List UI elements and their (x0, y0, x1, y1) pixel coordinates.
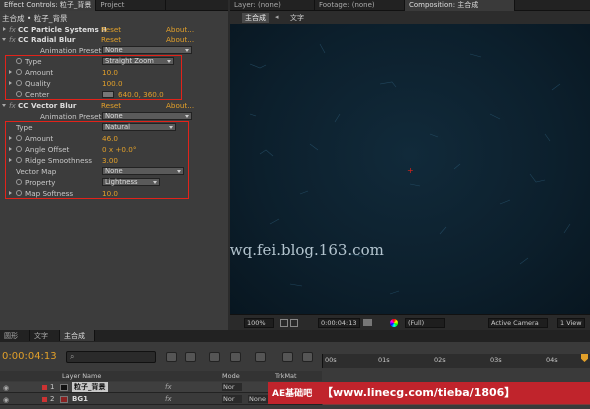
frame-blending-icon[interactable] (230, 352, 241, 362)
presets-label: Animation Presets: (40, 45, 108, 55)
watermark-banner: AE基础吧 【www.linecg.com/tieba/1806】 (268, 382, 590, 404)
snapshot-icon[interactable] (363, 319, 372, 326)
solid-layer-icon (60, 396, 68, 403)
mode-dropdown[interactable]: Nor (222, 383, 242, 391)
effect-row-particle[interactable]: fx CC Particle Systems II Reset About... (0, 24, 228, 35)
resolution-dropdown[interactable]: (Full) (405, 318, 445, 328)
presets-row: Animation Presets: None (0, 45, 228, 56)
viewer-toolbar: 100% 0:00:04:13 (Full) Active Camera 1 V… (230, 314, 590, 330)
solid-layer-icon (60, 384, 68, 391)
effect-name: CC Particle Systems II (18, 24, 107, 34)
layer-name[interactable]: 粒子_背景 (72, 382, 108, 392)
right-tab-bar: Layer: (none) Footage: (none) Compositio… (230, 0, 590, 11)
hide-shy-icon[interactable] (209, 352, 220, 362)
safe-zones-icon[interactable] (280, 319, 288, 327)
time-ruler[interactable]: 00s 01s 02s 03s 04s (322, 354, 590, 368)
zoom-dropdown[interactable]: 100% (244, 318, 274, 328)
camera-dropdown[interactable]: Active Camera (488, 318, 548, 328)
visibility-eye-icon[interactable]: ◉ (3, 384, 9, 392)
layer-name[interactable]: BG1 (72, 395, 88, 403)
anchor-crosshair-icon[interactable]: + (407, 167, 414, 175)
ruler-label: 02s (434, 356, 446, 364)
visibility-eye-icon[interactable]: ◉ (3, 396, 9, 404)
tab-project[interactable]: Project (96, 0, 167, 11)
motion-blur-icon[interactable] (255, 352, 266, 362)
banner-logo: AE基础吧 (272, 389, 313, 399)
header-trkmat: TrkMat (275, 372, 297, 380)
highlight-box (5, 121, 189, 199)
reset-link[interactable]: Reset (101, 25, 121, 34)
search-icon: ⌕ (70, 352, 75, 361)
reset-link[interactable]: Reset (101, 101, 121, 110)
about-link[interactable]: About... (166, 35, 194, 44)
ruler-label: 01s (378, 356, 390, 364)
layer-number: 1 (50, 383, 55, 391)
collapse-arrow-icon[interactable] (2, 104, 6, 107)
fx-icon: fx (9, 100, 16, 110)
presets-label: Animation Presets: (40, 111, 108, 121)
tab-layer[interactable]: Layer: (none) (230, 0, 315, 11)
timeline-timecode[interactable]: 0:00:04:13 (2, 351, 57, 362)
about-link[interactable]: About... (166, 101, 194, 110)
timeline-tab-circle[interactable]: 圆形 (0, 330, 30, 341)
watermark: 吴飞 wq.fei.blog.163.com (230, 241, 384, 259)
layer-number: 2 (50, 395, 55, 403)
label-color-icon[interactable] (42, 397, 47, 402)
reset-link[interactable]: Reset (101, 35, 121, 44)
banner-text: 【www.linecg.com/tieba/1806】 (321, 386, 516, 399)
comp-tabs: 主合成 ◂ 文字 (230, 11, 590, 24)
mode-dropdown[interactable]: Nor (222, 395, 242, 403)
composition-panel: Layer: (none) Footage: (none) Compositio… (230, 0, 590, 330)
collapse-arrow-icon[interactable] (2, 38, 6, 41)
fx-switch-icon[interactable]: fx (165, 395, 172, 403)
trkmat-dropdown[interactable]: None (248, 395, 268, 403)
header-mode: Mode (222, 372, 240, 380)
label-color-icon[interactable] (42, 385, 47, 390)
tab-effect-controls[interactable]: Effect Controls: 粒子_背景 (0, 0, 97, 11)
effect-row-vector[interactable]: fx CC Vector Blur Reset About... (0, 100, 228, 111)
timeline-panel: 圆形 文字 主合成 0:00:04:13 ⌕ 00s 01s 02s 03s 0… (0, 330, 590, 409)
grid-icon[interactable] (290, 319, 298, 327)
timeline-tab-text[interactable]: 文字 (30, 330, 60, 341)
timeline-search-input[interactable]: ⌕ (66, 351, 156, 363)
fx-icon: fx (9, 34, 16, 44)
breadcrumb: 主合成 • 粒子_背景 (2, 14, 68, 23)
timeline-tab-main[interactable]: 主合成 (60, 330, 95, 341)
effect-controls-panel: Effect Controls: 粒子_背景 Project 主合成 • 粒子_… (0, 0, 228, 330)
fx-icon: fx (9, 24, 16, 34)
comp-tab-text[interactable]: 文字 (290, 13, 304, 23)
left-tab-bar: Effect Controls: 粒子_背景 Project (0, 0, 228, 11)
current-time[interactable]: 0:00:04:13 (318, 318, 360, 328)
ruler-label: 00s (325, 356, 337, 364)
draft-3d-icon[interactable] (185, 352, 196, 362)
effect-name: CC Vector Blur (18, 100, 77, 110)
about-link[interactable]: About... (166, 25, 194, 34)
composition-viewer[interactable]: + 吴飞 wq.fei.blog.163.com (230, 24, 590, 314)
timeline-tabs: 圆形 文字 主合成 (0, 330, 590, 342)
comp-tab-main[interactable]: 主合成 (242, 13, 269, 23)
presets-dropdown[interactable]: None (102, 46, 192, 54)
effect-row-radial[interactable]: fx CC Radial Blur Reset About... (0, 34, 228, 45)
highlight-box (5, 55, 182, 100)
ruler-label: 03s (490, 356, 502, 364)
presets-row: Animation Presets: None (0, 111, 228, 122)
view-layout-dropdown[interactable]: 1 View (557, 318, 585, 328)
tab-composition[interactable]: Composition: 主合成 (405, 0, 515, 11)
playhead-icon[interactable] (581, 354, 588, 362)
ruler-label: 04s (546, 356, 558, 364)
header-layer-name: Layer Name (62, 372, 102, 380)
color-channel-icon[interactable] (390, 319, 398, 327)
fx-switch-icon[interactable]: fx (165, 383, 172, 391)
comp-mini-flowchart-icon[interactable] (166, 352, 177, 362)
presets-dropdown[interactable]: None (102, 112, 192, 120)
comp-tab-sep: ◂ (275, 13, 279, 21)
effect-name: CC Radial Blur (18, 34, 76, 44)
layer-header: Layer Name Mode TrkMat (0, 371, 322, 381)
graph-editor-icon[interactable] (282, 352, 293, 362)
brainstorm-icon[interactable] (302, 352, 313, 362)
tab-footage[interactable]: Footage: (none) (315, 0, 405, 11)
expand-arrow-icon[interactable] (3, 27, 6, 31)
